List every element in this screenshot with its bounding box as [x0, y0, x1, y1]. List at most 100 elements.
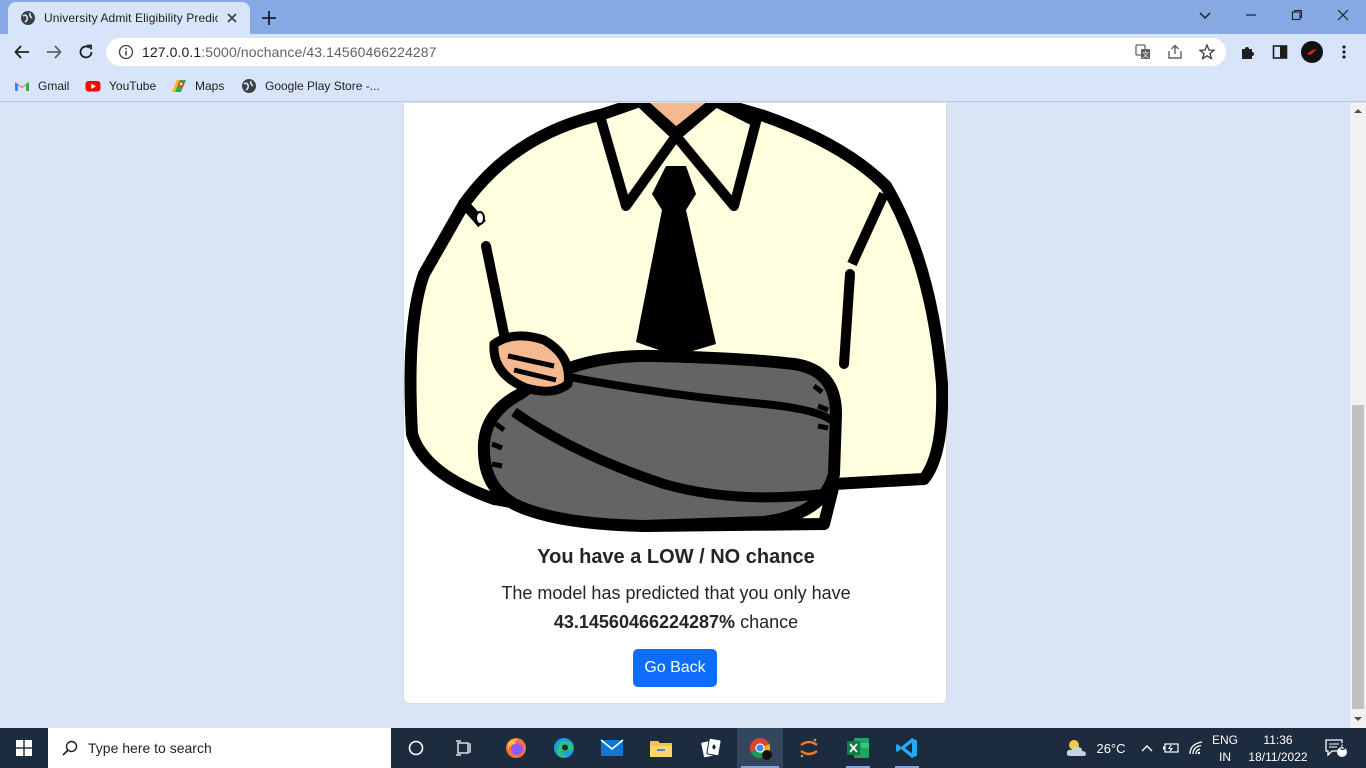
excel-taskbar-button[interactable] — [836, 728, 880, 768]
site-info-icon[interactable] — [118, 44, 134, 60]
jupyter-taskbar-button[interactable] — [787, 728, 831, 768]
crossed-arms-illustration — [404, 103, 948, 532]
taskbar-search[interactable]: Type here to search — [48, 728, 391, 768]
start-button[interactable] — [0, 728, 48, 768]
extensions-button[interactable] — [1234, 38, 1262, 66]
chrome-icon — [750, 738, 772, 760]
bookmark-youtube[interactable]: YouTube — [85, 77, 156, 95]
cortana-button[interactable] — [396, 728, 436, 768]
cortana-circle-icon — [408, 740, 424, 756]
firefox-icon — [506, 738, 526, 758]
go-back-button[interactable]: Go Back — [633, 649, 717, 687]
cards-icon — [700, 737, 722, 759]
globe-icon — [21, 11, 35, 25]
language-indicator[interactable]: ENG IN — [1208, 728, 1242, 768]
browser-tab[interactable]: University Admit Eligibility Predic — [8, 2, 250, 34]
scroll-down-icon[interactable] — [1354, 715, 1362, 723]
vscode-icon — [896, 738, 917, 758]
chrome-taskbar-button[interactable] — [737, 728, 783, 768]
tab-search-icon[interactable] — [1182, 0, 1228, 30]
scrollbar-thumb[interactable] — [1352, 405, 1364, 709]
profile-avatar[interactable] — [1301, 41, 1323, 63]
back-arrow-icon — [14, 45, 29, 59]
clock-time: 11:36 — [1263, 732, 1293, 747]
message-prefix: The model has predicted that you only ha… — [501, 583, 851, 603]
gmail-icon — [15, 82, 29, 91]
solitaire-taskbar-button[interactable] — [689, 728, 733, 768]
page-viewport: You have a LOW / NO chance The model has… — [0, 103, 1350, 728]
language-code: ENG — [1211, 732, 1238, 747]
task-view-button[interactable] — [444, 728, 484, 768]
tab-title: University Admit Eligibility Predic — [44, 11, 218, 25]
close-tab-icon[interactable] — [224, 10, 240, 26]
globe-icon — [242, 79, 256, 93]
url-text: 127.0.0.1:5000/nochance/43.1456046622428… — [142, 44, 437, 60]
minimize-icon[interactable] — [1228, 0, 1274, 30]
side-panel-icon — [1272, 45, 1288, 59]
chance-value: 43.14560466224287% — [553, 612, 736, 632]
bookmark-star-icon[interactable] — [1198, 43, 1216, 61]
mail-icon — [600, 739, 624, 756]
task-view-icon — [456, 740, 471, 756]
maps-icon — [172, 80, 186, 92]
page-scrollbar[interactable] — [1350, 103, 1366, 728]
folder-icon — [650, 741, 672, 757]
youtube-icon — [85, 81, 101, 92]
region-code: IN — [1219, 749, 1231, 764]
clock[interactable]: 11:36 18/11/2022 — [1244, 728, 1312, 768]
restore-icon[interactable] — [1274, 0, 1320, 30]
windows-logo-icon — [16, 740, 32, 756]
search-placeholder: Type here to search — [88, 740, 212, 756]
address-bar[interactable]: 127.0.0.1:5000/nochance/43.1456046622428… — [106, 38, 1226, 66]
bookmark-label: Gmail — [38, 79, 70, 93]
vscode-taskbar-button[interactable] — [885, 728, 929, 768]
edge-taskbar-button[interactable] — [542, 728, 586, 768]
browser-toolbar: 127.0.0.1:5000/nochance/43.1456046622428… — [0, 34, 1366, 70]
result-heading: You have a LOW / NO chance — [537, 546, 815, 568]
kebab-menu-icon — [1342, 45, 1346, 59]
forward-arrow-icon — [47, 45, 62, 59]
chevron-up-icon — [1141, 745, 1153, 752]
result-card: You have a LOW / NO chance The model has… — [403, 103, 948, 704]
search-icon — [62, 740, 78, 756]
reload-icon — [79, 44, 93, 59]
new-tab-icon[interactable] — [258, 7, 280, 29]
url-path: :5000/nochance/43.14560466224287 — [201, 44, 437, 60]
network-button[interactable] — [1186, 728, 1208, 768]
share-icon[interactable] — [1166, 43, 1184, 61]
battery-button[interactable] — [1160, 728, 1182, 768]
scroll-up-icon[interactable] — [1354, 107, 1362, 115]
mail-taskbar-button[interactable] — [590, 728, 634, 768]
jupyter-icon — [800, 738, 818, 758]
clock-date: 18/11/2022 — [1248, 749, 1308, 764]
translate-icon[interactable]: 文 — [1134, 43, 1152, 61]
cloudy-weather-icon — [1067, 740, 1087, 756]
edge-icon — [554, 738, 574, 758]
puzzle-icon — [1242, 47, 1254, 59]
side-panel-button[interactable] — [1266, 38, 1294, 66]
forward-button[interactable] — [40, 38, 68, 66]
bookmark-google-play[interactable]: Google Play Store -... — [241, 77, 380, 95]
menu-button[interactable] — [1330, 38, 1358, 66]
tab-strip: University Admit Eligibility Predic — [0, 0, 1366, 34]
show-hidden-icons-button[interactable] — [1138, 728, 1156, 768]
bookmark-maps[interactable]: Maps — [171, 77, 224, 95]
firefox-taskbar-button[interactable] — [494, 728, 538, 768]
svg-text:文: 文 — [1142, 50, 1149, 59]
wifi-icon — [1189, 741, 1203, 755]
bookmarks-bar: Gmail YouTube Maps Google Play Store -..… — [0, 70, 1366, 102]
bookmark-label: Google Play Store -... — [265, 79, 380, 93]
notification-count: 3 — [1340, 742, 1346, 753]
file-explorer-taskbar-button[interactable] — [639, 728, 683, 768]
message-suffix: chance — [740, 612, 799, 632]
reload-button[interactable] — [72, 38, 100, 66]
weather-temperature: 26°C — [1096, 740, 1126, 756]
notification-center-button[interactable]: 3 — [1318, 728, 1354, 768]
battery-icon — [1163, 743, 1179, 753]
back-button[interactable] — [8, 38, 36, 66]
windows-taskbar: Type here to search 26°C ENG IN 11:36 18… — [0, 728, 1366, 768]
bookmark-gmail[interactable]: Gmail — [14, 77, 69, 95]
weather-widget[interactable]: 26°C — [1060, 728, 1130, 768]
close-window-icon[interactable] — [1320, 0, 1366, 30]
url-host: 127.0.0.1 — [142, 44, 202, 60]
